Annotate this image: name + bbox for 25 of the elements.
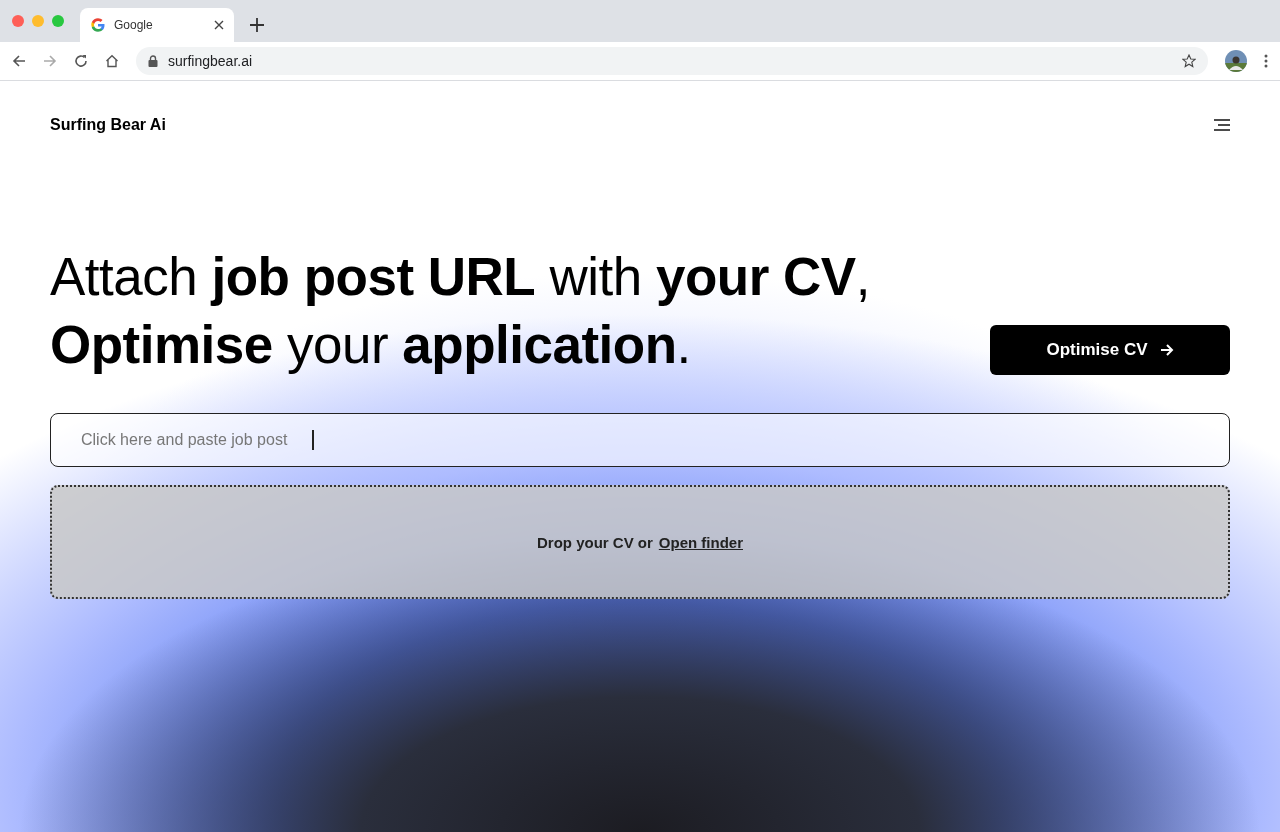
close-icon[interactable] — [214, 20, 224, 30]
star-icon[interactable] — [1182, 54, 1196, 68]
headline: Optimise your application. — [50, 314, 692, 376]
menu-icon[interactable] — [1264, 54, 1268, 68]
menu-icon[interactable] — [1214, 119, 1230, 131]
browser-tab[interactable]: Google — [80, 8, 234, 42]
address-bar[interactable]: surfingbear.ai — [136, 47, 1208, 75]
optimise-button[interactable]: Optimise CV — [990, 325, 1230, 375]
job-post-field[interactable]: Click here and paste job post — [50, 413, 1230, 467]
reload-icon[interactable] — [74, 54, 88, 68]
logo[interactable]: Surfing Bear Ai — [50, 116, 166, 134]
open-finder-link[interactable]: Open finder — [658, 533, 743, 551]
back-arrow-icon[interactable] — [12, 54, 26, 68]
text-cursor — [312, 430, 314, 450]
arrow-icon — [1159, 344, 1174, 356]
new-tab-icon[interactable] — [250, 18, 264, 32]
lock-icon — [148, 55, 158, 67]
cv-dropzone[interactable]: Drop your CV or Open finder — [50, 485, 1230, 599]
headline: Attach job post URL with your CV, — [50, 246, 870, 308]
dropzone-text: Drop your CV or — [537, 533, 653, 551]
home-icon[interactable] — [105, 54, 119, 68]
google-icon — [90, 17, 106, 33]
url-text: surfingbear.ai — [168, 53, 254, 69]
tab-title: Google — [114, 18, 154, 32]
avatar-icon[interactable] — [1225, 50, 1247, 72]
